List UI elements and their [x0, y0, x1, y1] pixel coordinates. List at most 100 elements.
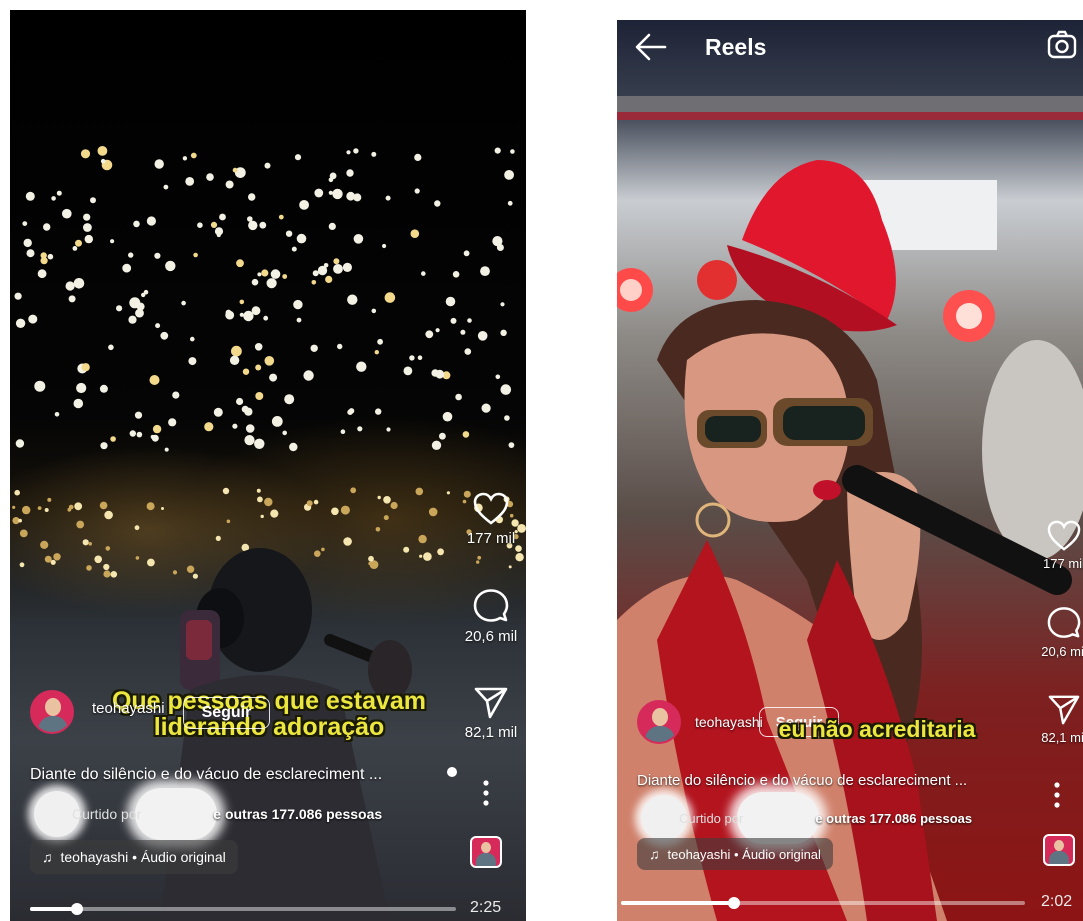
drone-light: [232, 167, 238, 173]
progress-fill: [30, 907, 77, 911]
crowd-light: [264, 497, 273, 507]
crowd-light: [22, 505, 31, 515]
crowd-light: [12, 505, 16, 509]
drone-light: [442, 411, 453, 422]
drone-light: [155, 323, 161, 329]
drone-light: [160, 331, 169, 340]
drone-light: [425, 330, 434, 339]
reel-right[interactable]: Reels 177 mil 20,6 mil 82,1 mil teohayas…: [617, 20, 1083, 921]
drone-light: [43, 223, 51, 231]
drone-light: [172, 391, 180, 399]
drone-light: [347, 294, 358, 305]
avatar[interactable]: [637, 700, 681, 744]
drone-light: [462, 431, 470, 438]
crowd-light: [19, 529, 28, 538]
comment-bubble-icon[interactable]: [473, 588, 509, 624]
follow-button[interactable]: Seguir: [182, 697, 271, 729]
crowd-light: [88, 542, 92, 546]
progress-knob[interactable]: [728, 897, 740, 909]
blurred-name: [135, 788, 218, 840]
arrow-left-icon[interactable]: [635, 32, 667, 62]
heart-icon[interactable]: [473, 492, 509, 526]
drone-light: [377, 338, 383, 345]
crowd-light: [383, 515, 389, 521]
drone-light: [452, 271, 460, 278]
drone-light: [254, 343, 263, 351]
drone-light: [375, 408, 382, 415]
audio-pill[interactable]: ♫ teohayashi • Áudio original: [30, 840, 238, 874]
progress-bar[interactable]: [621, 897, 1025, 909]
more-vertical-icon[interactable]: [476, 778, 496, 808]
drone-light: [269, 373, 278, 382]
drone-light: [129, 297, 141, 309]
drone-light: [188, 357, 197, 366]
drone-light: [463, 250, 470, 257]
share-action[interactable]: 82,1 mil: [1029, 694, 1083, 745]
drone-light: [47, 253, 54, 260]
drone-light: [259, 221, 267, 229]
progress-bar[interactable]: [30, 903, 456, 915]
drone-light: [214, 227, 224, 236]
reel-left[interactable]: 177 mil 20,6 mil 82,1 mil Que pessoas qu…: [10, 10, 526, 921]
liked-by[interactable]: Curtido por e outras 177.086 pessoas: [34, 788, 382, 840]
camera-icon[interactable]: [1047, 30, 1077, 60]
username[interactable]: teohayashi: [92, 700, 165, 717]
drone-light: [382, 243, 387, 249]
audio-thumbnail[interactable]: [1043, 834, 1075, 866]
liked-by[interactable]: Curtido por e outras 177.086 pessoas: [641, 792, 972, 844]
crowd-light: [47, 497, 52, 502]
crowd-light: [76, 520, 85, 529]
drone-light: [410, 229, 420, 238]
drone-light: [193, 252, 198, 258]
drone-light: [353, 234, 364, 244]
crowd-light: [44, 508, 49, 512]
share-action[interactable]: 82,1 mil: [456, 686, 526, 741]
comment-bubble-icon[interactable]: [1047, 606, 1081, 640]
crowd-light: [82, 539, 89, 546]
more-vertical-icon[interactable]: [1047, 780, 1067, 810]
like-action[interactable]: 177 mil: [1029, 520, 1083, 571]
drone-light: [25, 191, 35, 201]
crowd-light: [257, 496, 263, 503]
drone-light: [51, 196, 56, 201]
crowd-light: [256, 488, 261, 493]
heart-icon[interactable]: [1047, 520, 1081, 552]
drone-light: [15, 439, 25, 448]
drone-light: [185, 177, 195, 186]
drone-light: [232, 423, 238, 429]
comment-count: 20,6 mil: [1041, 644, 1083, 659]
paper-plane-icon[interactable]: [1047, 694, 1081, 726]
audio-pill[interactable]: ♫ teohayashi • Áudio original: [637, 838, 833, 870]
drone-light: [291, 246, 297, 252]
drone-light: [303, 370, 314, 381]
crowd-light: [40, 540, 49, 549]
paper-plane-icon[interactable]: [473, 686, 509, 720]
crowd-light: [44, 555, 52, 563]
crowd-light: [226, 519, 231, 524]
drone-light: [510, 149, 515, 154]
progress-knob[interactable]: [71, 903, 83, 915]
crowd-light: [37, 506, 42, 510]
drone-light: [480, 266, 490, 276]
drone-light: [504, 170, 514, 180]
audio-thumbnail[interactable]: [470, 836, 502, 868]
crowd-light: [446, 491, 450, 495]
like-action[interactable]: 177 mil: [456, 492, 526, 547]
comment-action[interactable]: 20,6 mil: [456, 588, 526, 645]
caption[interactable]: Diante do silêncio e do vácuo de esclare…: [30, 766, 382, 784]
progress-fill: [621, 901, 734, 905]
page-title: Reels: [705, 34, 767, 60]
drone-light: [165, 260, 176, 272]
username[interactable]: teohayashi: [695, 714, 763, 730]
drone-light: [385, 195, 391, 201]
caption[interactable]: Diante do silêncio e do vácuo de esclare…: [637, 772, 967, 789]
drone-light: [314, 188, 324, 198]
drone-light: [134, 411, 143, 419]
drone-light: [312, 270, 319, 277]
drone-light: [84, 234, 94, 244]
drone-light: [464, 348, 472, 355]
comment-action[interactable]: 20,6 mil: [1029, 606, 1083, 659]
avatar[interactable]: [30, 690, 74, 734]
drone-light: [154, 159, 164, 169]
share-count: 82,1 mil: [464, 724, 518, 741]
